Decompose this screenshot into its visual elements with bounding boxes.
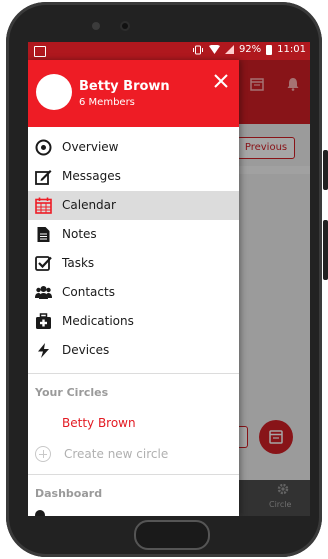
screen: Previous Circle 92% 11:01 Betty Brown 6 … [28,42,310,516]
circle-name: Betty Brown [79,79,170,94]
contacts-icon [35,286,52,299]
dashboard-heading: Dashboard [35,487,103,500]
menu-item-label: Contacts [62,285,115,299]
tasks-icon [35,256,52,271]
notification-icon [34,46,46,57]
menu-item-devices[interactable]: Devices [28,336,239,365]
divider [28,373,239,374]
medications-icon [36,313,51,329]
close-icon[interactable] [212,72,230,90]
menu-item-label: Messages [62,169,121,183]
divider [28,474,239,475]
navigation-drawer: Betty Brown 6 Members Overview Messages … [28,60,239,516]
member-count: 6 Members [79,97,135,108]
messages-icon [35,170,52,185]
volume-button [323,150,328,190]
avatar[interactable] [36,74,72,110]
wifi-icon [208,45,220,54]
dashboard-item-icon [35,510,45,516]
drawer-header: Betty Brown 6 Members [28,60,239,127]
front-camera [122,23,128,29]
calendar-icon [35,197,52,214]
add-icon [35,446,51,462]
your-circles-heading: Your Circles [35,386,109,399]
power-button [323,220,328,280]
battery-icon [266,44,273,55]
speaker [92,22,100,30]
menu-item-calendar[interactable]: Calendar [28,191,239,220]
menu-item-label: Overview [62,140,119,154]
phone-frame: Previous Circle 92% 11:01 Betty Brown 6 … [0,0,328,559]
menu-item-tasks[interactable]: Tasks [28,249,239,278]
drawer-menu: Overview Messages Calendar Notes Tasks C… [28,133,239,365]
menu-item-label: Tasks [62,256,95,270]
vibrate-icon [192,45,203,54]
menu-item-medications[interactable]: Medications [28,307,239,336]
menu-item-label: Devices [62,343,110,357]
status-bar: 92% 11:01 [28,42,310,60]
menu-item-contacts[interactable]: Contacts [28,278,239,307]
notes-icon [37,227,50,242]
menu-item-notes[interactable]: Notes [28,220,239,249]
menu-item-label: Medications [62,314,134,328]
circle-link-betty-brown[interactable]: Betty Brown [62,416,136,430]
signal-icon [224,45,234,54]
overview-icon [35,139,52,156]
create-circle-label: Create new circle [64,447,169,461]
create-circle-button[interactable]: Create new circle [35,446,168,462]
menu-item-label: Notes [62,227,97,241]
devices-icon [38,343,49,358]
menu-item-messages[interactable]: Messages [28,162,239,191]
battery-percent: 92% [238,44,262,55]
menu-item-overview[interactable]: Overview [28,133,239,162]
home-button[interactable] [134,520,210,550]
menu-item-label: Calendar [62,198,116,212]
clock: 11:01 [277,44,306,55]
